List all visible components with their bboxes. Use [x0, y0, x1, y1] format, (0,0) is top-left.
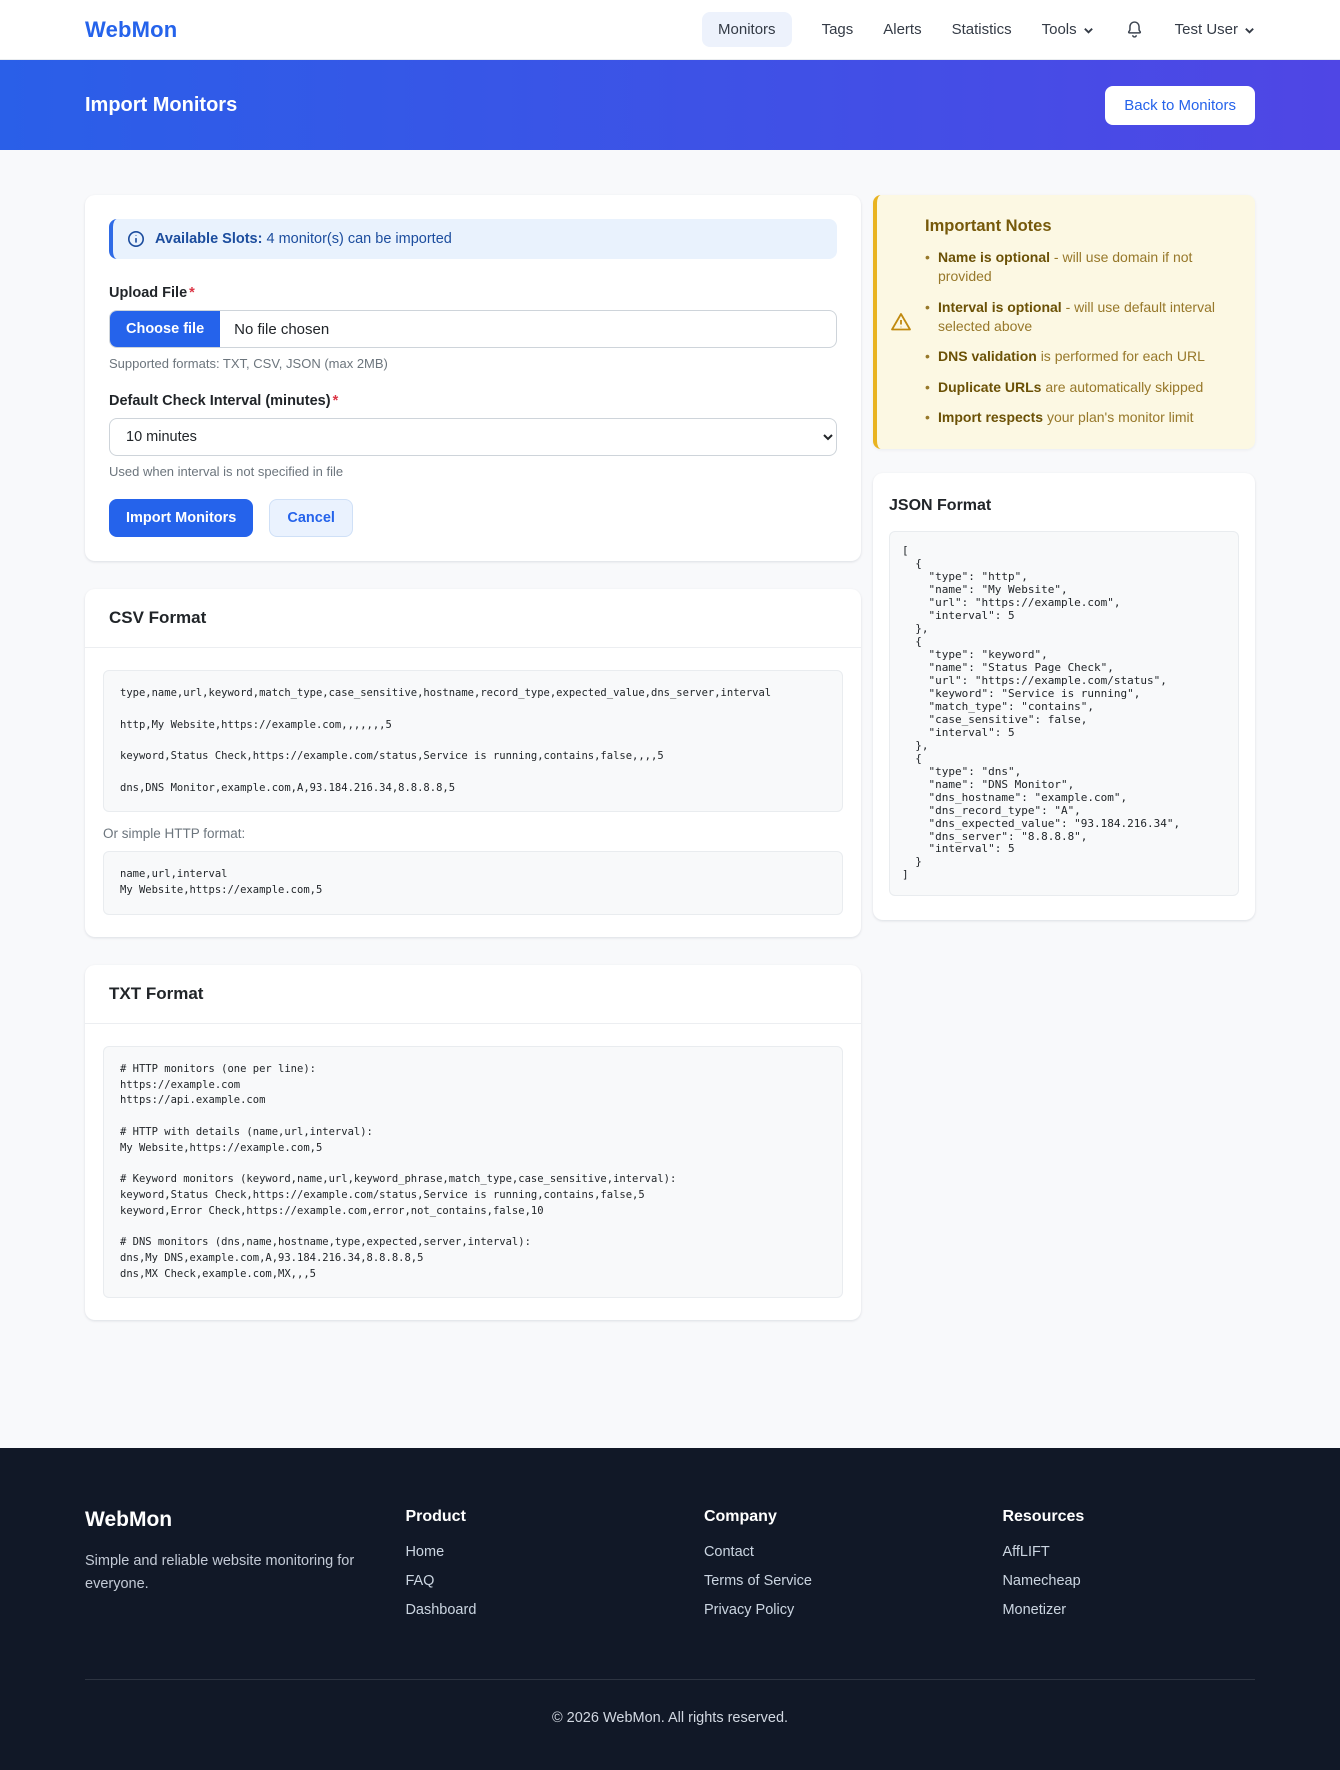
csv-simple-code-block: name,url,interval My Website,https://exa…	[103, 851, 843, 915]
main-content: Available Slots: 4 monitor(s) can be imp…	[82, 195, 1258, 1348]
nav-item-tools-dropdown[interactable]: Tools	[1042, 21, 1094, 38]
nav-item-alerts[interactable]: Alerts	[883, 21, 921, 38]
page-footer: WebMon Simple and reliable website monit…	[0, 1448, 1340, 1770]
csv-format-title: CSV Format	[85, 589, 861, 648]
csv-simple-note: Or simple HTTP format:	[103, 826, 843, 841]
nav-item-user-menu[interactable]: Test User	[1175, 21, 1255, 38]
nav-item-monitors[interactable]: Monitors	[702, 12, 792, 47]
left-column: Available Slots: 4 monitor(s) can be imp…	[85, 195, 861, 1348]
required-asterisk: *	[189, 285, 195, 301]
footer-column-title: Product	[405, 1508, 680, 1526]
footer-link-dashboard[interactable]: Dashboard	[405, 1602, 680, 1618]
chevron-down-icon	[1083, 25, 1094, 36]
important-notes-list: Name is optional - will use domain if no…	[925, 248, 1237, 427]
warning-triangle-icon	[889, 310, 913, 334]
upload-help-text: Supported formats: TXT, CSV, JSON (max 2…	[109, 356, 837, 371]
interval-label: Default Check Interval (minutes)*	[109, 393, 837, 409]
footer-column-resources: Resources AffLIFT Namecheap Monetizer	[1002, 1508, 1255, 1631]
footer-link-monetizer[interactable]: Monetizer	[1002, 1602, 1255, 1618]
footer-brand: WebMon Simple and reliable website monit…	[85, 1508, 381, 1631]
footer-column-company: Company Contact Terms of Service Privacy…	[704, 1508, 979, 1631]
footer-column-title: Company	[704, 1508, 979, 1526]
footer-brand-title: WebMon	[85, 1508, 381, 1532]
available-slots-text: Available Slots: 4 monitor(s) can be imp…	[155, 231, 452, 247]
file-upload-input[interactable]: Choose file No file chosen	[109, 310, 837, 348]
file-chosen-text: No file chosen	[234, 321, 329, 338]
note-item: Import respects your plan's monitor limi…	[925, 408, 1237, 427]
important-notes-title: Important Notes	[925, 217, 1237, 236]
import-monitors-button[interactable]: Import Monitors	[109, 499, 253, 537]
txt-code-block: # HTTP monitors (one per line): https://…	[103, 1046, 843, 1299]
import-form-card: Available Slots: 4 monitor(s) can be imp…	[85, 195, 861, 561]
user-name-label: Test User	[1175, 21, 1238, 38]
info-icon	[127, 230, 145, 248]
nav-item-tags[interactable]: Tags	[822, 21, 854, 38]
footer-link-terms[interactable]: Terms of Service	[704, 1573, 979, 1589]
txt-format-title: TXT Format	[85, 965, 861, 1024]
bell-icon	[1124, 19, 1145, 40]
upload-file-label: Upload File*	[109, 285, 837, 301]
back-to-monitors-button[interactable]: Back to Monitors	[1105, 86, 1255, 125]
footer-column-product: Product Home FAQ Dashboard	[405, 1508, 680, 1631]
available-slots-alert: Available Slots: 4 monitor(s) can be imp…	[109, 219, 837, 259]
footer-link-faq[interactable]: FAQ	[405, 1573, 680, 1589]
interval-help-text: Used when interval is not specified in f…	[109, 464, 837, 479]
important-notes-content: Important Notes Name is optional - will …	[925, 217, 1237, 427]
cancel-button[interactable]: Cancel	[269, 499, 353, 537]
brand-logo[interactable]: WebMon	[85, 17, 177, 43]
nav-links: Monitors Tags Alerts Statistics Tools Te…	[702, 12, 1255, 47]
interval-select[interactable]: 10 minutes	[109, 418, 837, 456]
copyright-text: © 2026 WebMon. All rights reserved.	[85, 1680, 1255, 1770]
note-item: Name is optional - will use domain if no…	[925, 248, 1237, 287]
nav-item-statistics[interactable]: Statistics	[952, 21, 1012, 38]
page-title: Import Monitors	[85, 94, 237, 117]
footer-link-afflift[interactable]: AffLIFT	[1002, 1544, 1255, 1560]
footer-tagline: Simple and reliable website monitoring f…	[85, 1550, 355, 1595]
note-item: Duplicate URLs are automatically skipped	[925, 378, 1237, 397]
notifications-bell-button[interactable]	[1124, 19, 1145, 40]
form-actions: Import Monitors Cancel	[109, 499, 837, 537]
json-format-card: JSON Format [ { "type": "http", "name": …	[873, 473, 1255, 920]
important-notes-panel: Important Notes Name is optional - will …	[873, 195, 1255, 449]
page-header-band: Import Monitors Back to Monitors	[0, 60, 1340, 150]
footer-column-title: Resources	[1002, 1508, 1255, 1526]
footer-link-home[interactable]: Home	[405, 1544, 680, 1560]
csv-format-card: CSV Format type,name,url,keyword,match_t…	[85, 589, 861, 937]
top-navbar: WebMon Monitors Tags Alerts Statistics T…	[0, 0, 1340, 60]
json-code-block: [ { "type": "http", "name": "My Website"…	[889, 531, 1239, 896]
txt-format-card: TXT Format # HTTP monitors (one per line…	[85, 965, 861, 1321]
footer-link-namecheap[interactable]: Namecheap	[1002, 1573, 1255, 1589]
json-format-title: JSON Format	[889, 497, 1239, 515]
right-column: Important Notes Name is optional - will …	[873, 195, 1255, 948]
footer-link-contact[interactable]: Contact	[704, 1544, 979, 1560]
chevron-down-icon	[1244, 25, 1255, 36]
note-item: DNS validation is performed for each URL	[925, 347, 1237, 366]
nav-tools-label: Tools	[1042, 21, 1077, 38]
note-item: Interval is optional - will use default …	[925, 298, 1237, 337]
required-asterisk: *	[333, 393, 339, 409]
footer-link-privacy[interactable]: Privacy Policy	[704, 1602, 979, 1618]
csv-code-block: type,name,url,keyword,match_type,case_se…	[103, 670, 843, 812]
choose-file-button[interactable]: Choose file	[110, 311, 220, 347]
